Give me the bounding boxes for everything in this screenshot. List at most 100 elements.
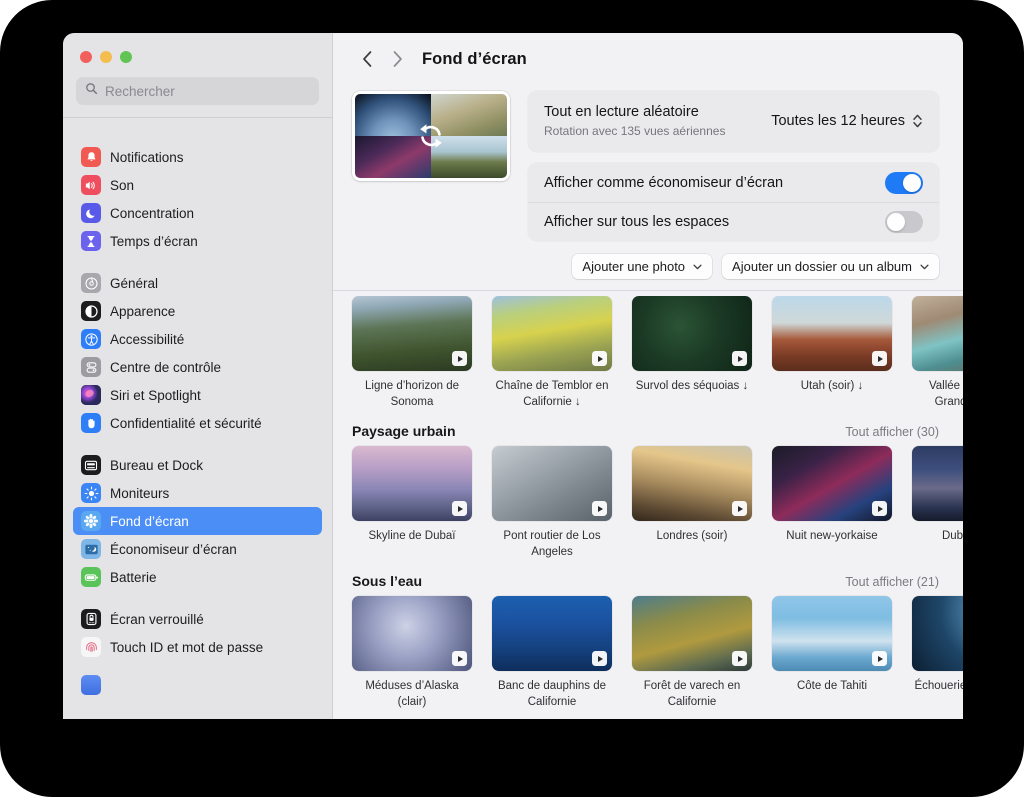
- sidebar-item-apparence[interactable]: Apparence: [73, 297, 322, 325]
- wallpaper-tile[interactable]: Méduses d’Alaska (clair): [352, 596, 472, 710]
- wallpaper-tile[interactable]: Dubaï (nuit): [912, 446, 963, 560]
- wallpaper-thumbnail[interactable]: [492, 296, 612, 371]
- wallpaper-preview[interactable]: [352, 91, 510, 181]
- zoom-button[interactable]: [120, 51, 132, 63]
- wallpaper-thumbnail[interactable]: [492, 446, 612, 522]
- ajouter-une-photo-button[interactable]: Ajouter une photo: [572, 254, 713, 279]
- wallpaper-thumbnail[interactable]: [772, 296, 892, 371]
- gallery-show-all-link[interactable]: Tout afficher (30): [845, 425, 939, 439]
- sidebar-item-temps-d-cran[interactable]: Temps d’écran: [73, 227, 322, 255]
- play-icon: [452, 651, 467, 667]
- wallpaper-tile[interactable]: Banc de dauphins de Californie: [492, 596, 612, 710]
- toggle-row: Afficher sur tous les espaces: [528, 202, 939, 241]
- wallpaper-tile[interactable]: Forêt de varech en Californie: [632, 596, 752, 710]
- screenshot-root: Rechercher Notifications Son Concentration…: [0, 0, 1024, 797]
- sidebar-item-label: Batterie: [110, 569, 157, 585]
- wallpaper-thumbnail[interactable]: [632, 596, 752, 672]
- desktop-dock-icon: [81, 455, 101, 475]
- sidebar-item-label: Concentration: [110, 205, 195, 221]
- moon-icon: [81, 203, 101, 223]
- sidebar-item-label: Siri et Spotlight: [110, 387, 201, 403]
- bell-icon: [81, 147, 101, 167]
- wallpaper-tile[interactable]: Côte de Tahiti: [772, 596, 892, 710]
- wallpaper-tile[interactable]: Chaîne de Temblor en Californie ↓: [492, 296, 612, 410]
- sidebar-item-label: Accessibilité: [110, 331, 185, 347]
- minimize-button[interactable]: [100, 51, 112, 63]
- sidebar-nav[interactable]: Notifications Son Concentration Temps d’écr…: [63, 133, 332, 719]
- sidebar-item-label: Confidentialité et sécurité: [110, 415, 262, 431]
- shuffle-interval-popup[interactable]: Toutes les 12 heures: [771, 113, 923, 129]
- sidebar-item-bureau-et-dock[interactable]: Bureau et Dock: [73, 451, 322, 479]
- settings-column: Tout en lecture aléatoire Rotation avec …: [528, 91, 939, 241]
- sidebar-item-label: Touch ID et mot de passe: [110, 639, 264, 655]
- toggle-switch[interactable]: [885, 211, 923, 233]
- wallpaper-thumbnail[interactable]: [912, 296, 963, 371]
- sidebar-item-cran-verrouill[interactable]: Écran verrouillé: [73, 605, 322, 633]
- sidebar-item-batterie[interactable]: Batterie: [73, 563, 322, 591]
- lock-screen-icon: [81, 609, 101, 629]
- wallpaper-thumbnail[interactable]: [492, 596, 612, 672]
- wallpaper-tile[interactable]: Vallée fluviale du Grand Canyon: [912, 296, 963, 410]
- sidebar-item-concentration[interactable]: Concentration: [73, 199, 322, 227]
- sidebar-item-son[interactable]: Son: [73, 171, 322, 199]
- wallpaper-thumbnail[interactable]: [912, 596, 963, 672]
- wallpaper-thumbnail[interactable]: [352, 596, 472, 672]
- gallery-show-all-link[interactable]: Tout afficher (21): [845, 575, 939, 589]
- wallpaper-thumbnail[interactable]: [772, 596, 892, 672]
- wallpaper-thumbnail[interactable]: [772, 446, 892, 522]
- play-icon: [872, 501, 887, 517]
- search-input[interactable]: Rechercher: [76, 77, 319, 105]
- wallpaper-thumbnail[interactable]: [912, 446, 963, 522]
- wallpaper-gallery[interactable]: Ligne d’horizon de Sonoma Chaîne de Tembl…: [333, 296, 963, 719]
- contrast-icon: [81, 301, 101, 321]
- wallpaper-tile[interactable]: Londres (soir): [632, 446, 752, 560]
- sidebar-item-fond-d-cran[interactable]: Fond d’écran: [73, 507, 322, 535]
- window-controls: [63, 33, 332, 63]
- wallpaper-caption: Survol des séquoias ↓: [635, 380, 749, 392]
- sidebar-item-partial[interactable]: [81, 675, 101, 695]
- ajouter-un-dossier-ou-un-album-button[interactable]: Ajouter un dossier ou un album: [722, 254, 939, 279]
- sidebar-item-g-n-ral[interactable]: Général: [73, 269, 322, 297]
- sidebar-group: Général Apparence Accessibilité Centre de c…: [73, 269, 322, 437]
- wallpaper-tile[interactable]: Survol des séquoias ↓: [632, 296, 752, 410]
- sidebar-item-conomiseur-d-cran[interactable]: Économiseur d’écran: [73, 535, 322, 563]
- sidebar-item-siri-et-spotlight[interactable]: Siri et Spotlight: [73, 381, 322, 409]
- gallery-divider: [333, 290, 963, 291]
- hand-icon: [81, 413, 101, 433]
- play-icon: [592, 651, 607, 667]
- wallpaper-tile[interactable]: Skyline de Dubaï: [352, 446, 472, 560]
- wallpaper-caption: Skyline de Dubaï: [368, 530, 456, 543]
- sidebar-item-label: Écran verrouillé: [110, 611, 204, 627]
- wallpaper-thumbnail[interactable]: [632, 296, 752, 371]
- wallpaper-caption: Forêt de varech en Californie: [643, 680, 741, 708]
- sidebar-divider: [63, 117, 332, 118]
- gallery-row: Skyline de Dubaï Pont routier de Los Ange…: [352, 446, 963, 560]
- sidebar-item-moniteurs[interactable]: Moniteurs: [73, 479, 322, 507]
- add-buttons-row: Ajouter une photo Ajouter un dossier ou u…: [333, 241, 963, 290]
- back-button[interactable]: [352, 44, 382, 74]
- gallery-section-title: Paysage urbain: [352, 423, 456, 440]
- gallery-section-header: Paysage urbain Tout afficher (30): [352, 410, 963, 446]
- sidebar-item-notifications[interactable]: Notifications: [73, 143, 322, 171]
- wallpaper-tile[interactable]: Nuit new-yorkaise: [772, 446, 892, 560]
- sidebar-group: Écran verrouillé Touch ID et mot de passe: [73, 605, 322, 661]
- wallpaper-tile[interactable]: Ligne d’horizon de Sonoma: [352, 296, 472, 410]
- sidebar-group: Notifications Son Concentration Temps d’écr…: [73, 143, 322, 255]
- sidebar-item-confidentialit-et-s-curit[interactable]: Confidentialité et sécurité: [73, 409, 322, 437]
- wallpaper-thumbnail[interactable]: [352, 446, 472, 522]
- play-icon: [732, 501, 747, 517]
- wallpaper-tile[interactable]: Échouerie de phoques: [912, 596, 963, 710]
- sidebar-item-centre-de-contr-le[interactable]: Centre de contrôle: [73, 353, 322, 381]
- forward-button[interactable]: [382, 44, 412, 74]
- sidebar-item-touch-id-et-mot-de-passe[interactable]: Touch ID et mot de passe: [73, 633, 322, 661]
- wallpaper-thumbnail[interactable]: [632, 446, 752, 522]
- toggle-knob: [903, 173, 921, 192]
- sidebar-item-accessibilit[interactable]: Accessibilité: [73, 325, 322, 353]
- toggle-label: Afficher comme économiseur d’écran: [544, 174, 784, 191]
- wallpaper-tile[interactable]: Pont routier de Los Angeles: [492, 446, 612, 560]
- wallpaper-tile[interactable]: Utah (soir) ↓: [772, 296, 892, 410]
- wallpaper-caption: Banc de dauphins de Californie: [497, 680, 607, 708]
- wallpaper-thumbnail[interactable]: [352, 296, 472, 371]
- toggle-switch[interactable]: [885, 171, 923, 194]
- close-button[interactable]: [80, 51, 92, 63]
